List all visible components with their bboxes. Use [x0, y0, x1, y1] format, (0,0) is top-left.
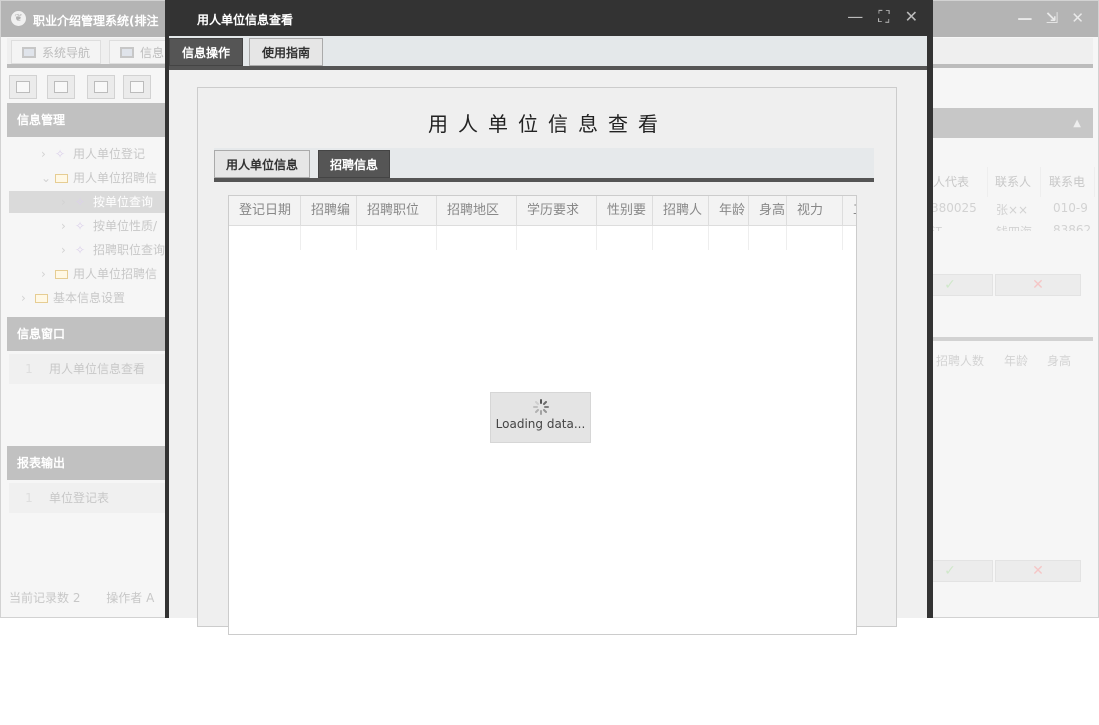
grid-empty-cell [653, 226, 709, 250]
grid-column-header[interactable]: 视力 [787, 196, 843, 226]
grid-column-header[interactable]: 身高 [749, 196, 787, 226]
inner-tab-bar: 用人单位信息 招聘信息 [214, 148, 874, 182]
tab-recruitment-info[interactable]: 招聘信息 [318, 150, 391, 178]
tab-info-ops[interactable]: 信息操作 [169, 38, 244, 66]
modal-window-controls[interactable]: — ⛶ ✕ [847, 7, 923, 27]
spinner-icon [532, 399, 549, 415]
grid-empty-cell [301, 226, 357, 250]
grid-column-header[interactable]: 学历要求 [517, 196, 597, 226]
modal-tab-bar: 信息操作 使用指南 [169, 36, 927, 70]
grid-empty-cell [357, 226, 437, 250]
grid-empty-cell [597, 226, 653, 250]
loading-indicator: Loading data... [490, 392, 591, 443]
grid-column-header[interactable]: 工 [843, 196, 856, 226]
grid-empty-cell [709, 226, 749, 250]
loading-text: Loading data... [495, 417, 586, 431]
form-title: 用人单位信息查看 [428, 112, 668, 136]
grid-column-header[interactable]: 招聘人 [653, 196, 709, 226]
modal-dialog: 用人单位信息查看 — ⛶ ✕ 信息操作 使用指南 用人单位信息查看 用人单位信息… [165, 0, 933, 635]
modal-body: 信息操作 使用指南 用人单位信息查看 用人单位信息 招聘信息 登记日期 招聘编 招聘… [169, 36, 927, 635]
grid-column-header[interactable]: 年龄 [709, 196, 749, 226]
grid-column-header[interactable]: 招聘编 [301, 196, 357, 226]
grid-column-header[interactable]: 登记日期 [229, 196, 301, 226]
modal-title: 用人单位信息查看 [197, 13, 294, 27]
tab-employer-info[interactable]: 用人单位信息 [214, 150, 311, 178]
grid-empty-cell [437, 226, 517, 250]
grid-column-header[interactable]: 招聘地区 [437, 196, 517, 226]
grid-empty-cell [229, 226, 301, 250]
grid-empty-cell [517, 226, 597, 250]
tab-user-guide[interactable]: 使用指南 [249, 38, 324, 66]
grid-header: 登记日期招聘编招聘职位招聘地区学历要求性别要招聘人年龄身高视力工 [229, 196, 856, 226]
form-area: 用人单位信息查看 用人单位信息 招聘信息 登记日期 招聘编 招聘职位 招聘地区 学历要求… [197, 87, 897, 635]
grid-empty-cell [749, 226, 787, 250]
grid-column-header[interactable]: 性别要 [597, 196, 653, 226]
grid-column-header[interactable]: 招聘职位 [357, 196, 437, 226]
grid-empty-cell [843, 226, 856, 250]
grid-empty-cell [787, 226, 843, 250]
